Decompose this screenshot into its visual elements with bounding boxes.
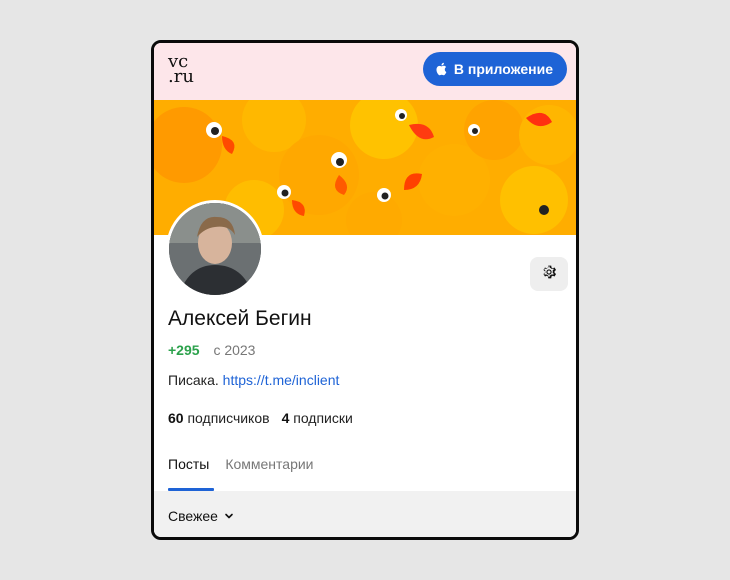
- gear-icon: [540, 263, 558, 286]
- feed-sort-bar: Свежее: [154, 491, 576, 537]
- vc-logo[interactable]: vc .ru: [168, 53, 194, 87]
- avatar[interactable]: [166, 200, 264, 298]
- profile-name: Алексей Бегин: [168, 307, 312, 330]
- subscriptions-count: 4: [281, 410, 290, 426]
- tab-posts[interactable]: Посты: [168, 456, 209, 472]
- member-since: с 2023: [213, 342, 256, 358]
- sort-dropdown[interactable]: Свежее: [168, 508, 234, 524]
- follow-counts: 60 подписчиков 4 подписки: [168, 410, 353, 426]
- open-in-app-button[interactable]: В приложение: [422, 52, 567, 86]
- open-in-app-label: В приложение: [453, 61, 553, 77]
- settings-button[interactable]: [530, 257, 568, 291]
- bio-link[interactable]: https://t.me/inclient: [223, 372, 340, 388]
- chevron-down-icon: [224, 508, 234, 524]
- top-bar: vc .ru В приложение: [154, 43, 576, 100]
- profile-meta: +295 с 2023: [168, 342, 255, 358]
- sort-label: Свежее: [168, 508, 218, 524]
- karma-value[interactable]: +295: [168, 342, 200, 358]
- logo-line2: .ru: [168, 66, 194, 87]
- subscribers-label: подписчиков: [187, 410, 270, 426]
- profile-screen: vc .ru В приложение Алексей Бегин +295 с…: [151, 40, 579, 540]
- bio-text: Писака.: [168, 372, 223, 388]
- subscribers-count: 60: [168, 410, 184, 426]
- subscribers-link[interactable]: 60 подписчиков: [168, 410, 270, 426]
- apple-icon: [435, 62, 447, 76]
- profile-bio: Писака. https://t.me/inclient: [168, 372, 339, 388]
- profile-tabs: Посты Комментарии: [168, 456, 314, 472]
- subscriptions-link[interactable]: 4 подписки: [282, 410, 353, 426]
- tab-comments[interactable]: Комментарии: [225, 456, 313, 472]
- subscriptions-label: подписки: [293, 410, 353, 426]
